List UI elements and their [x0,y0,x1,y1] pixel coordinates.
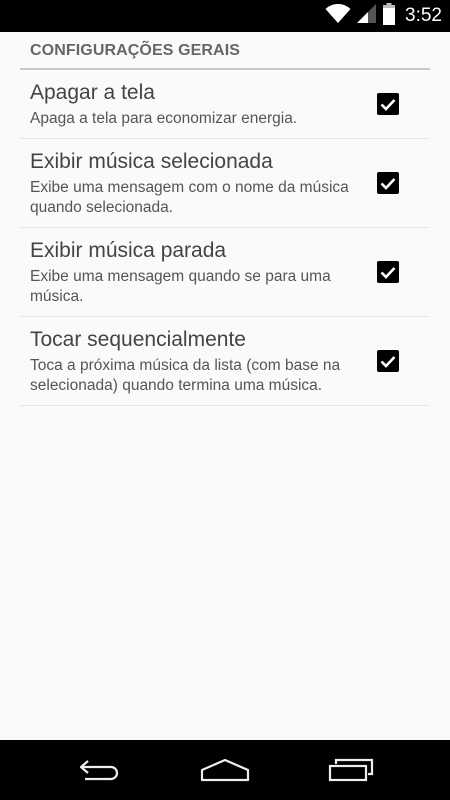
checkmark-icon [380,177,396,190]
pref-title: Apagar a tela [30,81,155,104]
pref-summary: Exibe uma mensagem quando se para uma mú… [30,268,331,305]
recents-icon [328,758,374,782]
status-bar: 3:52 [0,0,450,32]
checkmark-icon [380,266,396,279]
navigation-bar [0,740,450,800]
checkmark-icon [380,98,396,111]
signal-icon [357,3,377,29]
settings-list: CONFIGURAÇÕES GERAIS Apagar a tela Apaga… [0,32,450,406]
pref-item-tocar-sequencialmente[interactable]: Tocar sequencialmente Toca a próxima mús… [20,317,430,406]
checkbox-apagar-tela[interactable] [377,93,399,115]
back-button[interactable] [75,755,125,785]
wifi-icon [325,3,351,29]
pref-summary: Apaga a tela para economizar energia. [30,110,298,127]
checkbox-tocar-sequencialmente[interactable] [377,350,399,372]
pref-item-apagar-tela[interactable]: Apagar a tela Apaga a tela para economiz… [20,70,430,139]
pref-title: Exibir música parada [30,239,227,262]
back-icon [79,760,119,781]
checkbox-exibir-musica-selecionada[interactable] [377,172,399,194]
pref-title: Exibir música selecionada [30,150,273,173]
checkbox-exibir-musica-parada[interactable] [377,261,399,283]
recents-button[interactable] [326,755,376,785]
pref-item-exibir-musica-parada[interactable]: Exibir música parada Exibe uma mensagem … [20,228,430,317]
battery-icon [383,2,396,30]
pref-title: Tocar sequencialmente [30,328,246,351]
section-header: CONFIGURAÇÕES GERAIS [20,32,430,70]
status-icons: 3:52 [325,0,442,32]
status-time: 3:52 [405,5,442,26]
pref-item-exibir-musica-selecionada[interactable]: Exibir música selecionada Exibe uma mens… [20,139,430,228]
checkmark-icon [380,355,396,368]
home-button[interactable] [200,755,250,785]
home-icon [200,758,250,782]
pref-summary: Toca a próxima música da lista (com base… [30,357,341,394]
pref-summary: Exibe uma mensagem com o nome da música … [30,179,349,216]
